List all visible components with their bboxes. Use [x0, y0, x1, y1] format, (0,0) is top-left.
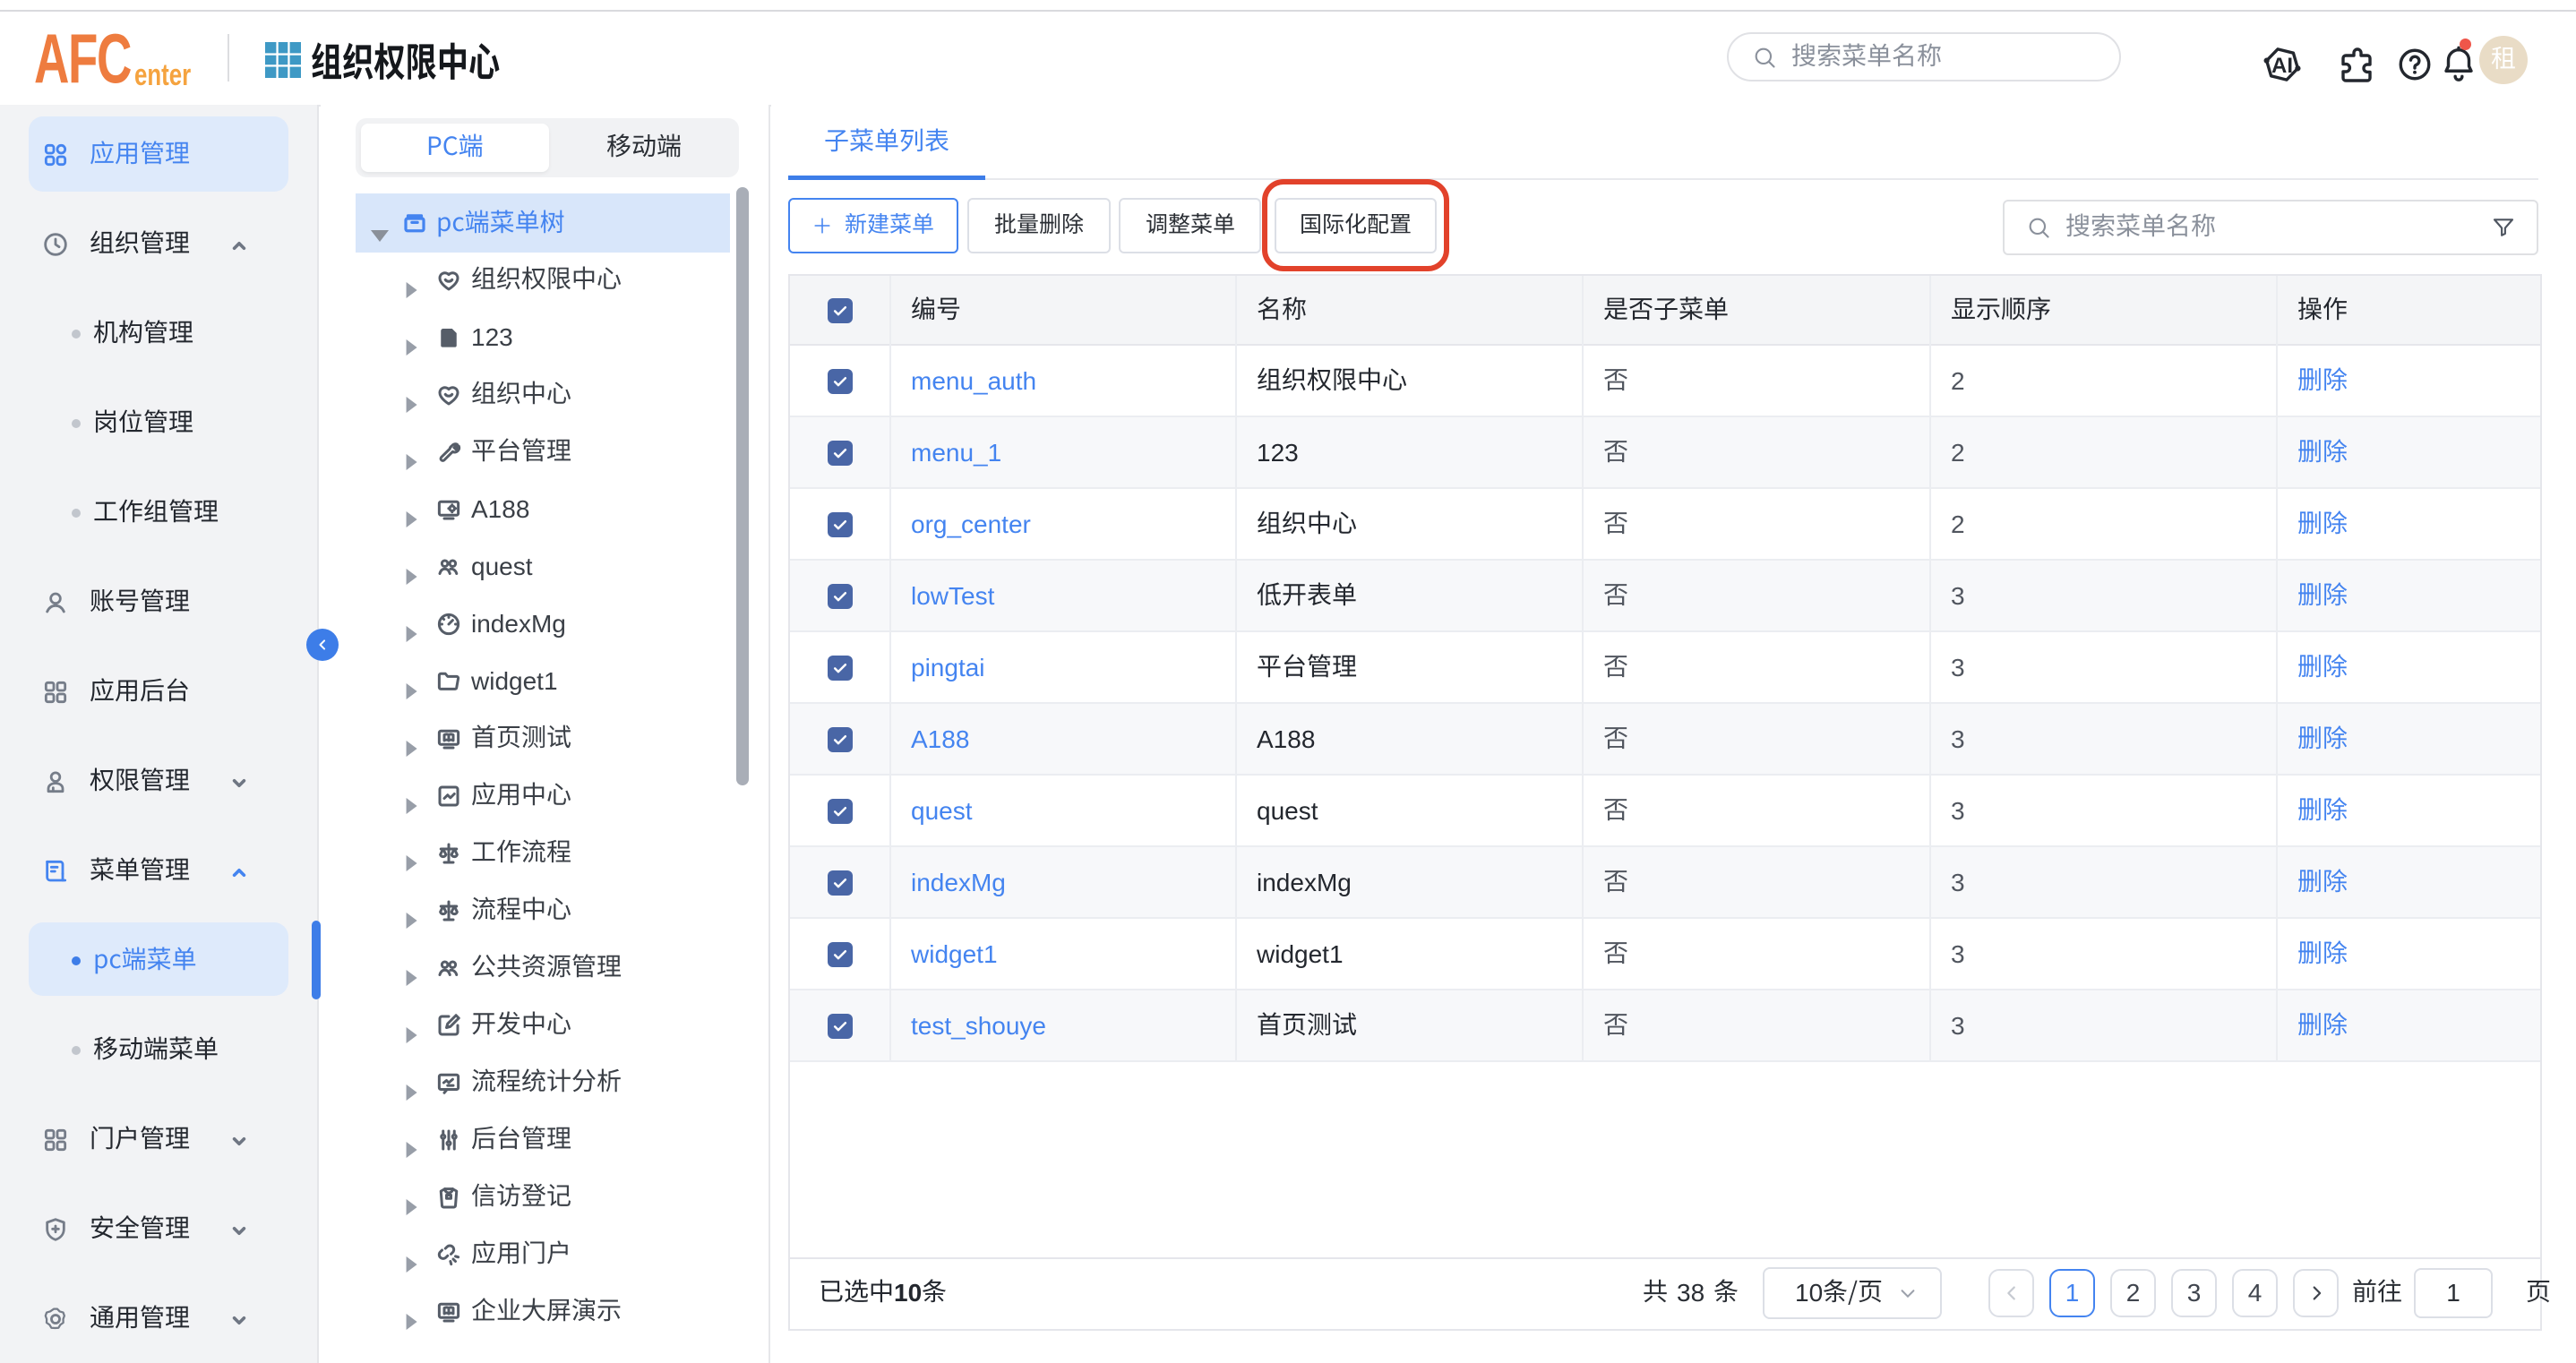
svg-text:AI: AI: [2271, 54, 2293, 78]
